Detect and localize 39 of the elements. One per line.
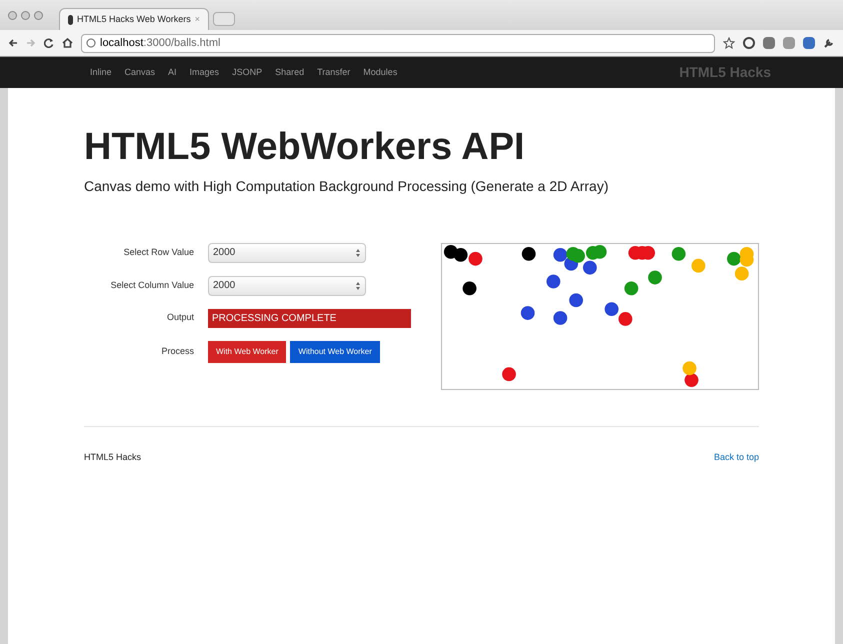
nav-link[interactable]: Modules [363, 66, 398, 80]
footer-text: HTML5 Hacks [84, 450, 142, 464]
nav-link[interactable]: JSONP [232, 66, 262, 80]
home-icon[interactable] [62, 38, 73, 48]
nav-link[interactable]: Shared [275, 66, 304, 80]
output-label: Output [166, 311, 194, 324]
nav-link[interactable]: Images [190, 66, 220, 80]
minimize-window-icon[interactable] [21, 10, 30, 20]
reload-icon[interactable] [44, 38, 54, 48]
back-to-top-link[interactable]: Back to top [714, 450, 759, 464]
stepper-icon [355, 280, 361, 290]
select-value: 2000 [213, 246, 236, 260]
column-label: Select Column Value [110, 278, 194, 292]
nav-link[interactable]: Transfer [317, 66, 350, 80]
page-icon [86, 38, 96, 48]
output-field: PROCESSING COMPLETE [208, 308, 411, 328]
zoom-window-icon[interactable] [34, 10, 43, 20]
nav-link[interactable]: AI [168, 66, 177, 80]
address-bar[interactable]: localhost:3000/balls.html [81, 34, 715, 52]
select-value: 2000 [213, 279, 236, 293]
row-label: Select Row Value [122, 246, 194, 259]
url-text: localhost:3000/balls.html [100, 36, 220, 51]
browser-tab[interactable]: HTML5 Hacks Web Workers × [59, 8, 209, 30]
site-icon [68, 14, 74, 24]
nav-link[interactable]: Canvas [124, 66, 156, 80]
stepper-icon [355, 248, 361, 258]
page-subtitle: Canvas demo with High Computation Background Processing (Generate a 2D Array) [84, 176, 610, 196]
wrench-icon[interactable] [823, 37, 835, 49]
nav-link[interactable]: Inline [90, 66, 112, 80]
no-worker-button[interactable]: Without Web Worker [290, 340, 380, 362]
select-field[interactable]: 2000 [208, 242, 366, 262]
star-icon[interactable] [723, 37, 735, 49]
select-field[interactable]: 2000 [208, 276, 366, 296]
page-title: HTML5 WebWorkers API [84, 125, 526, 170]
back-icon[interactable] [8, 38, 18, 48]
close-window-icon[interactable] [8, 10, 17, 20]
process-label: Process [160, 344, 194, 358]
tab-title: HTML5 Hacks Web Workers [77, 12, 191, 26]
worker-button[interactable]: With Web Worker [208, 340, 286, 362]
